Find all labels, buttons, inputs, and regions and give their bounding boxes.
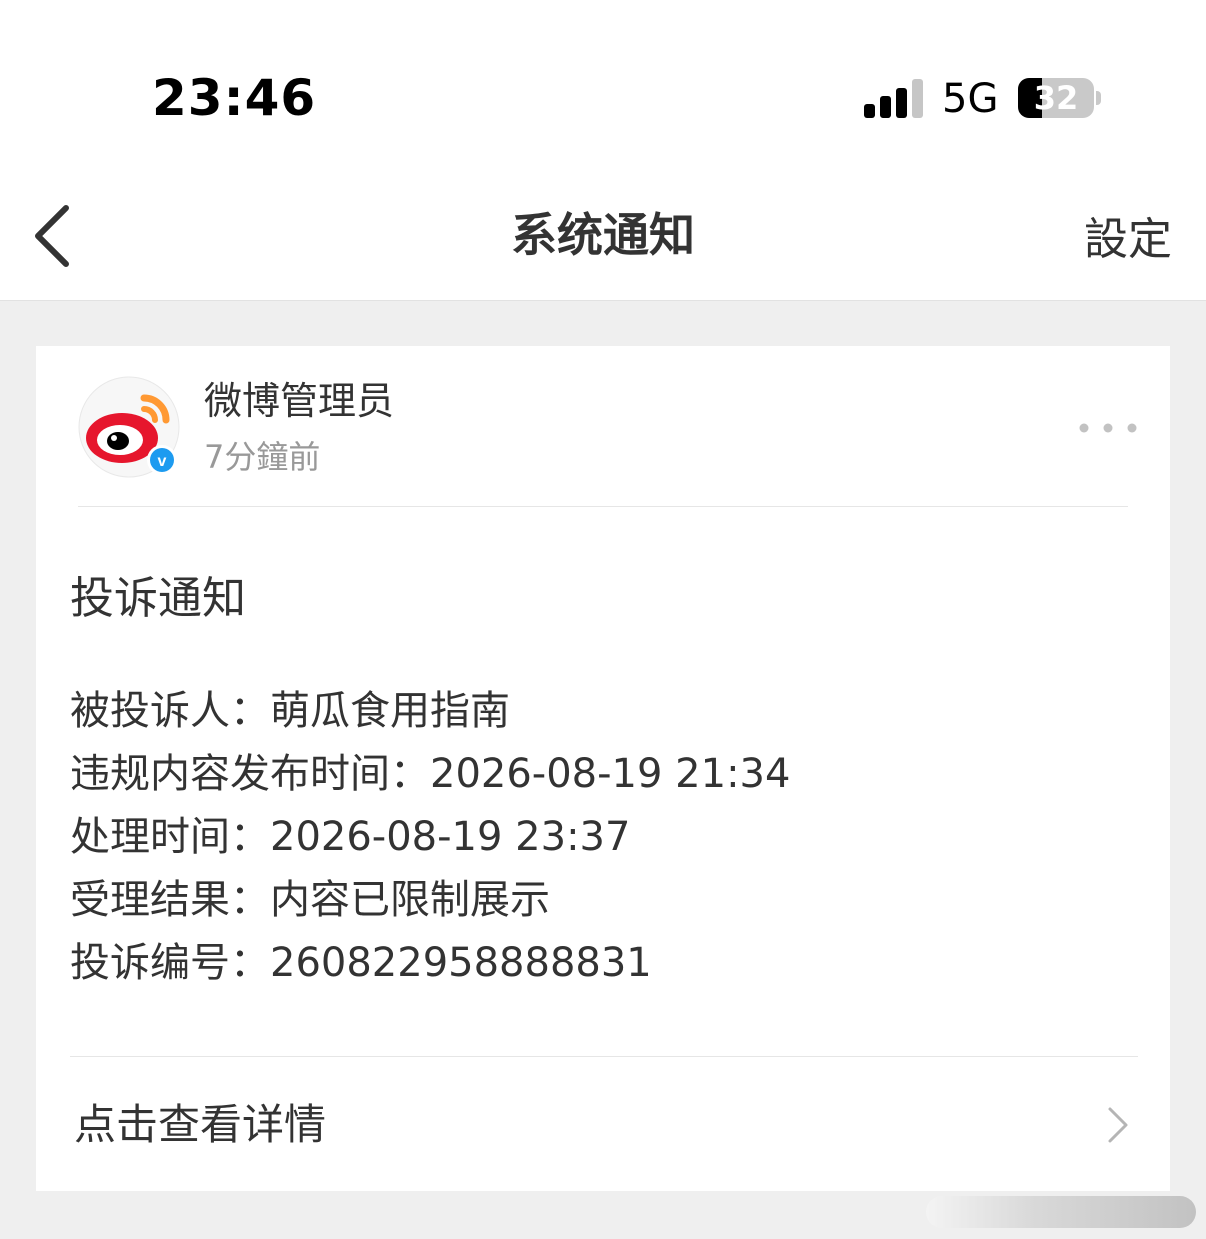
detail-list: 被投诉人：萌瓜食用指南 违规内容发布时间：2026-08-19 21:34 处理…: [70, 680, 790, 995]
chevron-right-icon: [1108, 1107, 1128, 1143]
battery-level: 32: [1033, 79, 1079, 117]
battery-icon: 32: [1018, 78, 1094, 118]
detail-row-result: 受理结果：内容已限制展示: [70, 877, 550, 923]
more-options-icon[interactable]: [1076, 408, 1140, 448]
back-button[interactable]: [20, 198, 90, 274]
header-divider: [78, 506, 1128, 507]
post-time: 7分鐘前: [204, 438, 321, 476]
battery-body: 32: [1018, 78, 1094, 118]
signal-strength-icon: [864, 79, 923, 118]
detail-row-process-time: 处理时间：2026-08-19 23:37: [70, 814, 631, 860]
view-details-label: 点击查看详情: [74, 1100, 327, 1149]
status-time: 23:46: [152, 69, 317, 127]
verified-badge-text: v: [158, 453, 167, 470]
detail-row-complaint-id: 投诉编号：260822958888831: [70, 940, 652, 986]
chevron-left-icon: [35, 205, 69, 267]
view-details-button[interactable]: 点击查看详情: [36, 1057, 1170, 1191]
network-type: 5G: [942, 76, 999, 122]
page-title: 系统通知: [511, 208, 695, 262]
detail-row-publish-time: 违规内容发布时间：2026-08-19 21:34: [70, 751, 791, 797]
sender-name[interactable]: 微博管理员: [204, 374, 394, 428]
home-indicator[interactable]: [926, 1196, 1196, 1228]
notice-title: 投诉通知: [70, 573, 246, 624]
status-bar: 23:46 5G 32: [0, 0, 1206, 170]
battery-tip: [1096, 91, 1101, 105]
detail-row-complainee: 被投诉人：萌瓜食用指南: [70, 688, 510, 734]
settings-button[interactable]: 設定: [1084, 210, 1172, 270]
weibo-logo-avatar[interactable]: v: [78, 376, 180, 478]
nav-bar: 系统通知 設定: [0, 170, 1206, 301]
notification-card: v 微博管理员 7分鐘前 投诉通知 被投诉人：萌瓜食用指南 违规内容发布时间：2…: [36, 346, 1170, 1191]
